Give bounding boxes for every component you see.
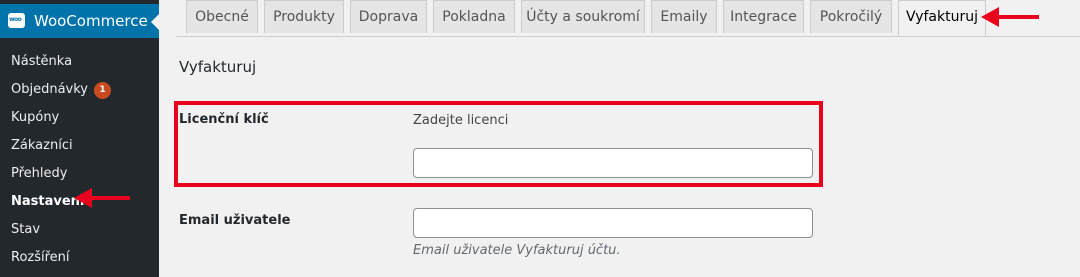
annotation-arrow-icon xyxy=(981,7,1039,27)
user-email-help-text: Email uživatele Vyfakturuj účtu. xyxy=(413,243,621,258)
tab-checkout[interactable]: Pokladna xyxy=(433,0,515,33)
active-menu-notch xyxy=(151,14,159,30)
tab-general[interactable]: Obecné xyxy=(186,0,258,33)
user-email-input[interactable] xyxy=(413,208,813,238)
woocommerce-logo-icon: woo xyxy=(8,13,25,28)
sidebar-item-reports[interactable]: Přehledy xyxy=(11,166,67,181)
admin-sidebar: woo WooCommerce Nástěnka Objednávky 1 Kup… xyxy=(0,0,159,277)
tab-advanced[interactable]: Pokročilý xyxy=(810,0,892,33)
sidebar-item-customers[interactable]: Zákazníci xyxy=(11,138,73,153)
tab-accounts-privacy[interactable]: Účty a soukromí xyxy=(521,0,645,33)
tab-products[interactable]: Produkty xyxy=(264,0,344,33)
woocommerce-menu-item[interactable]: woo WooCommerce xyxy=(0,4,159,38)
annotation-arrow-icon xyxy=(74,188,130,208)
sidebar-item-dashboard[interactable]: Nástěnka xyxy=(11,54,72,69)
tab-emails[interactable]: Emaily xyxy=(651,0,717,33)
sidebar-item-extensions[interactable]: Rozšíření xyxy=(11,250,70,265)
annotation-highlight-box xyxy=(174,101,823,187)
page-title: Vyfakturuj xyxy=(179,58,257,76)
orders-count-badge: 1 xyxy=(94,82,112,99)
woocommerce-label: WooCommerce xyxy=(34,12,148,30)
tab-integration[interactable]: Integrace xyxy=(723,0,804,33)
tabs-divider xyxy=(176,36,1080,37)
sidebar-item-status[interactable]: Stav xyxy=(11,222,40,237)
sidebar-item-label: Objednávky xyxy=(11,82,89,97)
tab-vyfakturuj[interactable]: Vyfakturuj xyxy=(898,0,986,36)
sidebar-item-coupons[interactable]: Kupóny xyxy=(11,110,59,125)
user-email-label: Email uživatele xyxy=(179,213,291,228)
tab-shipping[interactable]: Doprava xyxy=(350,0,427,33)
sidebar-item-orders[interactable]: Objednávky 1 xyxy=(11,82,112,99)
